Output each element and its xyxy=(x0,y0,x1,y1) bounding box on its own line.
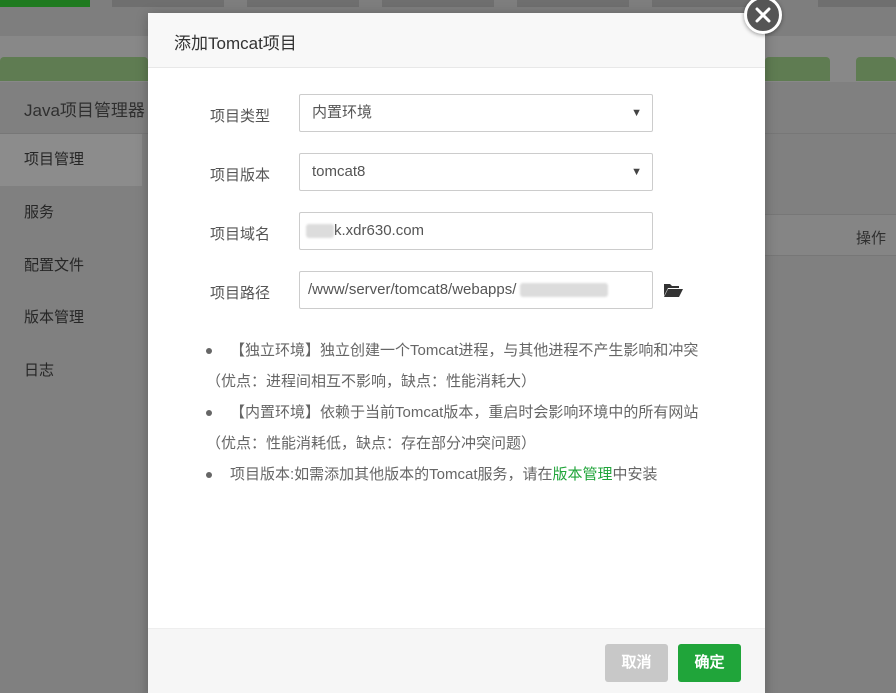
tip-item: 项目版本:如需添加其他版本的Tomcat服务，请在版本管理中安装 xyxy=(206,459,746,490)
add-tomcat-project-dialog: 添加Tomcat项目 项目类型 内置环境 ▼ 项目版本 tomcat8 ▼ 项目… xyxy=(148,13,765,693)
caret-down-icon: ▼ xyxy=(631,166,642,178)
project-path-input[interactable]: /www/server/tomcat8/webapps/ xyxy=(299,271,653,309)
project-type-select[interactable]: 内置环境 ▼ xyxy=(299,94,653,132)
nav-tab[interactable] xyxy=(247,0,359,7)
sidebar-item-logs[interactable]: 日志 xyxy=(0,345,142,397)
dialog-header: 添加Tomcat项目 xyxy=(148,13,765,68)
confirm-button[interactable]: 确定 xyxy=(678,644,741,682)
close-icon xyxy=(755,7,771,23)
project-type-value: 内置环境 xyxy=(312,104,373,121)
nav-tab[interactable] xyxy=(818,0,896,7)
nav-tab[interactable] xyxy=(517,0,629,7)
panel-sidebar: 项目管理 服务 配置文件 版本管理 日志 xyxy=(0,134,142,693)
dialog-title: 添加Tomcat项目 xyxy=(174,34,297,53)
green-banner xyxy=(856,57,896,81)
project-type-row: 项目类型 内置环境 ▼ xyxy=(148,94,765,134)
help-tips: 【独立环境】独立创建一个Tomcat进程，与其他进程不产生影响和冲突 （优点：进… xyxy=(206,335,746,490)
folder-open-icon[interactable] xyxy=(663,282,683,303)
project-version-label: 项目版本 xyxy=(210,167,271,184)
project-path-value: /www/server/tomcat8/webapps/ xyxy=(308,281,517,298)
project-domain-row: 项目域名 k.xdr630.com xyxy=(148,212,765,252)
panel-title: Java项目管理器 xyxy=(24,101,145,120)
project-version-row: 项目版本 tomcat8 ▼ xyxy=(148,153,765,193)
tip-text: 【内置环境】依赖于当前Tomcat版本，重启时会影响环境中的所有网站 xyxy=(230,404,699,421)
green-banner xyxy=(0,57,148,81)
tip-text: 项目版本:如需添加其他版本的Tomcat服务，请在 xyxy=(230,466,553,483)
tip-subtext: （优点：性能消耗低，缺点：存在部分冲突问题） xyxy=(206,435,537,452)
project-path-label: 项目路径 xyxy=(210,285,271,302)
tip-item: 【独立环境】独立创建一个Tomcat进程，与其他进程不产生影响和冲突 （优点：进… xyxy=(206,335,746,397)
project-domain-label: 项目域名 xyxy=(210,226,271,243)
table-header-action: 操作 xyxy=(855,230,886,247)
project-type-label: 项目类型 xyxy=(210,108,271,125)
active-nav-indicator xyxy=(0,0,90,7)
project-version-value: tomcat8 xyxy=(312,163,366,180)
project-domain-input[interactable]: k.xdr630.com xyxy=(299,212,653,250)
cancel-button[interactable]: 取消 xyxy=(605,644,668,682)
version-management-link[interactable]: 版本管理 xyxy=(553,466,613,483)
sidebar-item-version-management[interactable]: 版本管理 xyxy=(0,292,142,344)
project-domain-value: k.xdr630.com xyxy=(334,222,425,239)
sidebar-item-services[interactable]: 服务 xyxy=(0,187,142,239)
caret-down-icon: ▼ xyxy=(631,107,642,119)
tip-subtext: （优点：进程间相互不影响，缺点：性能消耗大） xyxy=(206,373,537,390)
sidebar-item-project-management[interactable]: 项目管理 xyxy=(0,134,142,186)
bullet-icon xyxy=(206,472,212,478)
dialog-footer: 取消 确定 xyxy=(148,628,765,693)
project-path-row: 项目路径 /www/server/tomcat8/webapps/ xyxy=(148,271,765,311)
green-banner xyxy=(765,57,830,81)
table-header: 操作 xyxy=(765,214,896,256)
redacted-text xyxy=(520,283,609,298)
bullet-icon xyxy=(206,348,212,354)
nav-tab[interactable] xyxy=(112,0,224,7)
tip-text: 【独立环境】独立创建一个Tomcat进程，与其他进程不产生影响和冲突 xyxy=(230,342,699,359)
nav-tab[interactable] xyxy=(382,0,494,7)
project-version-select[interactable]: tomcat8 ▼ xyxy=(299,153,653,191)
sidebar-item-config-files[interactable]: 配置文件 xyxy=(0,240,142,292)
tip-item: 【内置环境】依赖于当前Tomcat版本，重启时会影响环境中的所有网站 （优点：性… xyxy=(206,397,746,459)
bullet-icon xyxy=(206,410,212,416)
redacted-text xyxy=(306,224,334,239)
tip-text: 中安装 xyxy=(612,466,658,483)
